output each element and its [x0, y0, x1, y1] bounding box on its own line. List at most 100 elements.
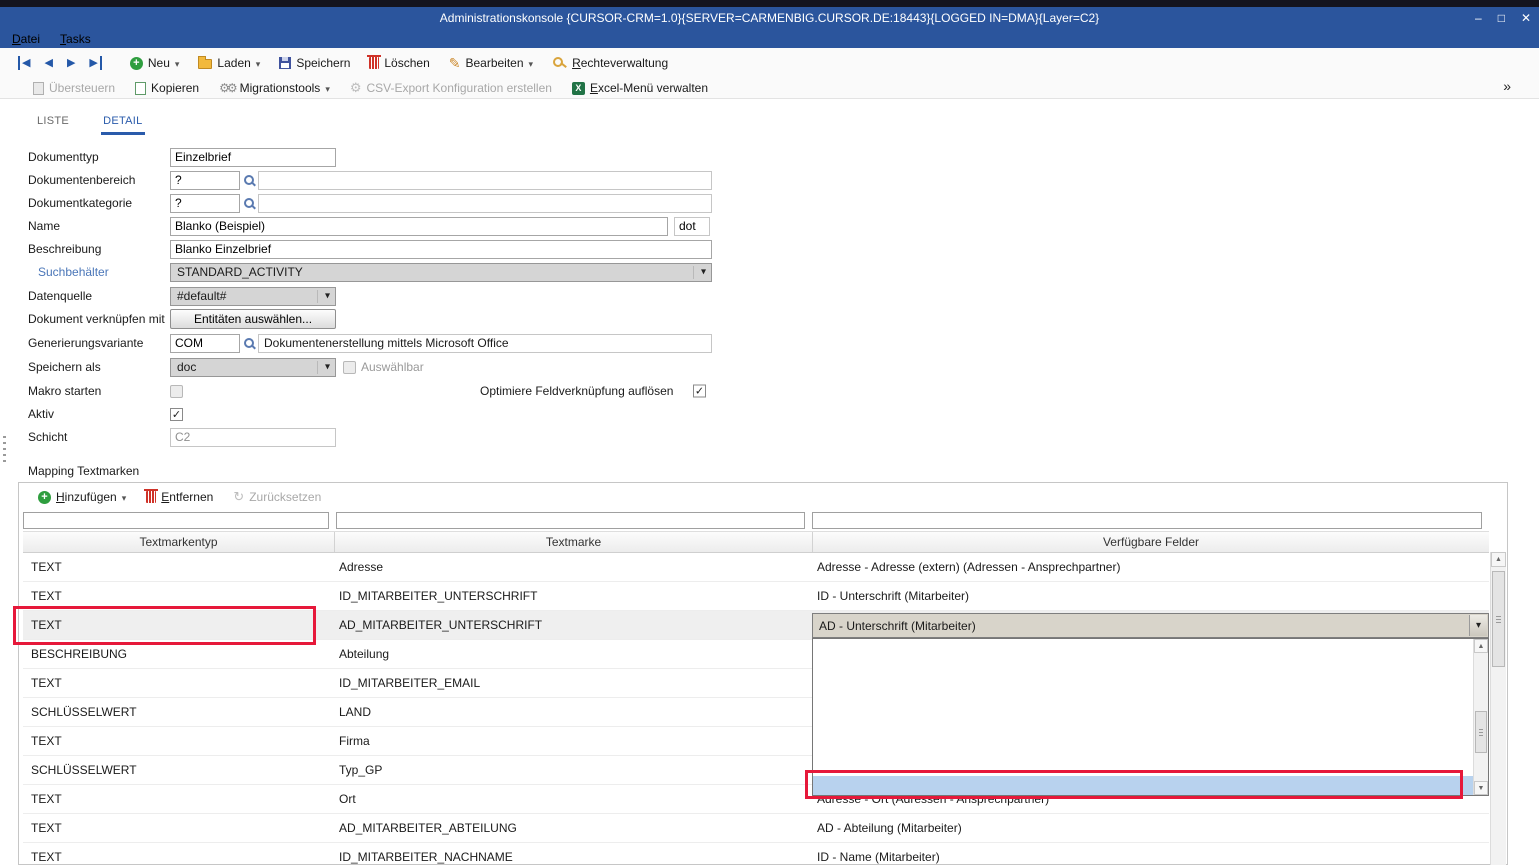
- table-row[interactable]: TEXT ID_MITARBEITER_UNTERSCHRIFT ID - Un…: [23, 582, 1489, 611]
- tab-liste[interactable]: LISTE: [35, 111, 71, 135]
- cell-textmarke[interactable]: Ort: [335, 785, 813, 813]
- dropdown-item[interactable]: [813, 678, 1473, 698]
- verfuegbare-felder-combobox[interactable]: AD - Unterschrift (Mitarbeiter): [812, 613, 1489, 638]
- menu-tasks[interactable]: Tasks: [60, 32, 91, 46]
- cell-textmarke[interactable]: Abteilung: [335, 640, 813, 668]
- minimize-button[interactable]: –: [1475, 7, 1482, 29]
- hinzufuegen-button[interactable]: Hinzufügen: [33, 488, 131, 506]
- dokumentkategorie-input[interactable]: [170, 194, 240, 213]
- dropdown-scrollbar[interactable]: [1473, 639, 1488, 795]
- cell-textmarke[interactable]: AD_MITARBEITER_ABTEILUNG: [335, 814, 813, 842]
- cell-textmarkentyp[interactable]: TEXT: [23, 669, 335, 697]
- cell-textmarkentyp[interactable]: BESCHREIBUNG: [23, 640, 335, 668]
- cell-textmarkentyp[interactable]: SCHLÜSSELWERT: [23, 756, 335, 784]
- speichern-button[interactable]: Speichern: [274, 54, 355, 72]
- column-header-textmarkentyp[interactable]: Textmarkentyp: [23, 532, 335, 552]
- cell-textmarke[interactable]: Adresse: [335, 553, 813, 581]
- search-icon[interactable]: [244, 175, 255, 186]
- first-record-icon[interactable]: [18, 56, 30, 70]
- maximize-button[interactable]: □: [1498, 7, 1505, 29]
- beschreibung-input[interactable]: [170, 240, 712, 259]
- migrationstools-button[interactable]: Migrationstools: [214, 79, 335, 97]
- entitaeten-auswaehlen-button[interactable]: Entitäten auswählen...: [170, 309, 336, 329]
- cell-textmarkentyp[interactable]: TEXT: [23, 843, 335, 865]
- cell-textmarkentyp[interactable]: TEXT: [23, 553, 335, 581]
- cell-verfuegbare-felder[interactable]: ID - Unterschrift (Mitarbeiter): [813, 582, 1489, 610]
- aktiv-checkbox[interactable]: [170, 408, 183, 421]
- name-extension-field[interactable]: [674, 217, 710, 236]
- neu-button[interactable]: Neu: [125, 54, 185, 72]
- chevron-down-icon[interactable]: [325, 81, 330, 95]
- table-scrollbar[interactable]: [1490, 552, 1506, 865]
- cell-verfuegbare-felder[interactable]: Adresse - Adresse (extern) (Adressen - A…: [813, 553, 1489, 581]
- optimiere-checkbox[interactable]: [693, 385, 706, 398]
- table-row[interactable]: TEXT AD_MITARBEITER_ABTEILUNG AD - Abtei…: [23, 814, 1489, 843]
- search-icon[interactable]: [244, 338, 255, 349]
- rechteverwaltung-button[interactable]: Rechteverwaltung: [547, 54, 673, 72]
- cell-textmarke[interactable]: ID_MITARBEITER_NACHNAME: [335, 843, 813, 865]
- previous-record-icon[interactable]: [44, 56, 52, 70]
- cell-textmarkentyp[interactable]: TEXT: [23, 814, 335, 842]
- dropdown-item[interactable]: [813, 698, 1473, 718]
- generierungsvariante-input[interactable]: [170, 334, 240, 353]
- search-icon[interactable]: [244, 198, 255, 209]
- next-record-icon[interactable]: [67, 56, 75, 70]
- chevron-down-icon[interactable]: [529, 56, 534, 70]
- menu-datei[interactable]: Datei: [12, 32, 40, 46]
- cell-textmarke[interactable]: Typ_GP: [335, 756, 813, 784]
- name-input[interactable]: [170, 217, 668, 236]
- combobox-dropdown-button[interactable]: [1469, 615, 1487, 636]
- chevron-down-icon[interactable]: [256, 56, 261, 70]
- dokumentenbereich-input[interactable]: [170, 171, 240, 190]
- filter-textmarkentyp-input[interactable]: [23, 512, 329, 529]
- cell-textmarkentyp[interactable]: SCHLÜSSELWERT: [23, 698, 335, 726]
- splitter-handle[interactable]: [3, 436, 6, 466]
- dokumenttyp-input[interactable]: [170, 148, 336, 167]
- cell-verfuegbare-felder[interactable]: AD - Abteilung (Mitarbeiter): [813, 814, 1489, 842]
- cell-textmarkentyp[interactable]: TEXT: [23, 582, 335, 610]
- toolbar-overflow-icon[interactable]: [1503, 78, 1511, 94]
- laden-button[interactable]: Laden: [193, 54, 265, 72]
- last-record-icon[interactable]: [89, 56, 101, 70]
- cell-textmarkentyp[interactable]: TEXT: [23, 785, 335, 813]
- excel-menu-verwalten-button[interactable]: Excel-Menü verwalten: [567, 79, 713, 97]
- datenquelle-select[interactable]: #default#: [170, 287, 336, 306]
- scroll-down-icon[interactable]: [1474, 781, 1488, 795]
- uebersteuern-button[interactable]: Übersteuern: [28, 79, 120, 97]
- dropdown-scrollbar-thumb[interactable]: [1475, 711, 1487, 753]
- cell-textmarke[interactable]: LAND: [335, 698, 813, 726]
- cell-textmarkentyp[interactable]: TEXT: [23, 727, 335, 755]
- table-scrollbar-thumb[interactable]: [1492, 571, 1505, 667]
- suchbehaelter-select[interactable]: STANDARD_ACTIVITY: [170, 263, 712, 282]
- zuruecksetzen-button[interactable]: Zurücksetzen: [228, 488, 326, 506]
- chevron-down-icon[interactable]: [122, 490, 127, 504]
- chevron-down-icon[interactable]: [175, 56, 180, 70]
- filter-textmarke-input[interactable]: [336, 512, 805, 529]
- dropdown-item[interactable]: [813, 737, 1473, 757]
- dropdown-item[interactable]: [813, 717, 1473, 737]
- csv-export-button[interactable]: CSV-Export Konfiguration erstellen: [345, 79, 557, 97]
- dropdown-item[interactable]: [813, 639, 1473, 659]
- makro-starten-checkbox[interactable]: [170, 385, 183, 398]
- bearbeiten-button[interactable]: Bearbeiten: [444, 54, 538, 73]
- scroll-up-icon[interactable]: [1491, 552, 1506, 567]
- speichern-als-select[interactable]: doc: [170, 358, 336, 377]
- loeschen-button[interactable]: Löschen: [364, 54, 434, 72]
- filter-verfuegbare-felder-input[interactable]: [812, 512, 1482, 529]
- entfernen-button[interactable]: Entfernen: [141, 488, 218, 506]
- dropdown-item[interactable]: [813, 776, 1473, 796]
- tab-detail[interactable]: DETAIL: [101, 111, 145, 135]
- cell-textmarke[interactable]: AD_MITARBEITER_UNTERSCHRIFT: [335, 611, 813, 639]
- column-header-textmarke[interactable]: Textmarke: [335, 532, 813, 552]
- auswaehlbar-checkbox[interactable]: [343, 361, 356, 374]
- close-button[interactable]: ✕: [1521, 7, 1531, 29]
- table-row[interactable]: TEXT Adresse Adresse - Adresse (extern) …: [23, 553, 1489, 582]
- cell-textmarke[interactable]: ID_MITARBEITER_UNTERSCHRIFT: [335, 582, 813, 610]
- titlebar[interactable]: Administrationskonsole {CURSOR-CRM=1.0}{…: [0, 7, 1539, 29]
- column-header-verfuegbare-felder[interactable]: Verfügbare Felder: [813, 532, 1489, 552]
- dropdown-item[interactable]: [813, 756, 1473, 776]
- scroll-up-icon[interactable]: [1474, 639, 1488, 653]
- cell-verfuegbare-felder[interactable]: ID - Name (Mitarbeiter): [813, 843, 1489, 865]
- cell-textmarke[interactable]: Firma: [335, 727, 813, 755]
- dropdown-item[interactable]: [813, 659, 1473, 679]
